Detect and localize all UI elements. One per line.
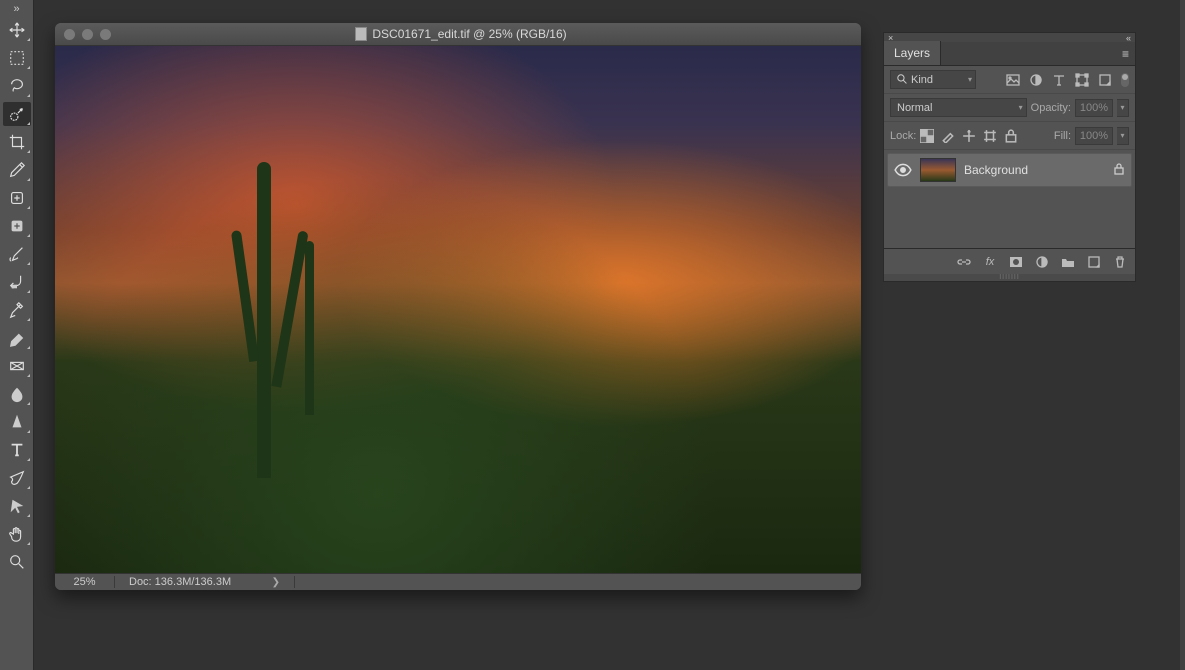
tools-toolbar: » [0,0,34,670]
filter-type-icon[interactable] [1052,73,1066,87]
layer-item-background[interactable]: Background [887,153,1132,187]
window-title: DSC01671_edit.tif @ 25% (RGB/16) [111,27,811,41]
blend-mode-select[interactable]: Normal [890,98,1027,117]
brush-tool[interactable] [3,214,31,238]
spot-healing-brush-tool[interactable] [3,186,31,210]
opacity-dropdown[interactable]: ▾ [1117,99,1129,117]
blur-tool[interactable] [3,354,31,378]
history-brush-tool[interactable] [3,270,31,294]
panel-tabs: Layers ≡ [884,42,1135,66]
lock-icon[interactable] [1113,163,1125,178]
group-icon[interactable] [1061,255,1075,269]
path-selection-tool[interactable] [3,466,31,490]
fill-label: Fill: [1054,130,1071,142]
layer-filter-row: Kind [884,66,1135,94]
move-tool[interactable] [3,18,31,42]
lock-artboard-icon[interactable] [983,129,997,143]
add-mask-icon[interactable] [1009,255,1023,269]
canvas[interactable] [55,46,861,573]
window-titlebar[interactable]: DSC01671_edit.tif @ 25% (RGB/16) [55,23,861,46]
gradient-tool[interactable] [3,326,31,350]
document-info[interactable]: Doc: 136.3M/136.3M ❯ [115,576,295,588]
filter-adjustment-icon[interactable] [1029,73,1043,87]
lock-pixels-icon[interactable] [941,129,955,143]
fill-dropdown[interactable]: ▾ [1117,127,1129,145]
clone-stamp-tool[interactable] [3,242,31,266]
minimize-window-button[interactable] [82,29,93,40]
type-tool[interactable] [3,438,31,462]
eyedropper-tool[interactable] [3,158,31,182]
layer-filter-label: Kind [911,74,933,86]
fill-field[interactable]: 100% [1075,127,1113,145]
layer-filter-select[interactable]: Kind [890,70,976,89]
lock-position-icon[interactable] [962,129,976,143]
new-layer-icon[interactable] [1087,255,1101,269]
filter-toggle[interactable] [1121,73,1129,87]
eraser-tool[interactable] [3,298,31,322]
layer-name[interactable]: Background [964,163,1028,177]
zoom-level[interactable]: 25% [55,576,115,588]
filter-smart-icon[interactable] [1098,73,1112,87]
document-info-text: Doc: 136.3M/136.3M [129,576,231,588]
window-title-text: DSC01671_edit.tif @ 25% (RGB/16) [372,27,566,41]
document-window: DSC01671_edit.tif @ 25% (RGB/16) 25% Doc… [55,23,861,590]
window-controls[interactable] [64,29,111,40]
close-window-button[interactable] [64,29,75,40]
lock-transparency-icon[interactable] [920,129,934,143]
quick-selection-tool[interactable] [3,102,31,126]
layer-thumbnail[interactable] [920,158,956,182]
layers-panel: × « Layers ≡ Kind Normal Opacity: 100% ▾… [883,32,1136,282]
dodge-tool[interactable] [3,382,31,406]
zoom-tool[interactable] [3,550,31,574]
layer-fx-icon[interactable]: fx [983,255,997,269]
hand-tool[interactable] [3,522,31,546]
lasso-tool[interactable] [3,74,31,98]
status-bar: 25% Doc: 136.3M/136.3M ❯ [55,573,861,590]
link-layers-icon[interactable] [957,255,971,269]
right-dock-edge[interactable] [1180,0,1185,670]
panel-resize-grip[interactable]: IIIIIII [884,274,1135,281]
crop-tool[interactable] [3,130,31,154]
blend-mode-value: Normal [897,102,932,114]
pen-tool[interactable] [3,410,31,434]
file-icon [355,27,367,41]
adjustment-layer-icon[interactable] [1035,255,1049,269]
chevron-right-icon: ❯ [272,577,280,588]
panel-menu-icon[interactable]: ≡ [1116,43,1135,65]
collapse-icon[interactable]: « [1126,33,1131,43]
document-image [55,46,861,573]
lock-all-icon[interactable] [1004,129,1018,143]
blend-opacity-row: Normal Opacity: 100% ▾ [884,94,1135,122]
delete-layer-icon[interactable] [1113,255,1127,269]
rectangle-tool[interactable] [3,494,31,518]
rectangular-marquee-tool[interactable] [3,46,31,70]
opacity-label: Opacity: [1031,102,1071,114]
lock-fill-row: Lock: Fill: 100% ▾ [884,122,1135,150]
lock-label: Lock: [890,130,916,142]
tab-layers[interactable]: Layers [884,41,941,65]
layer-list: Background [884,150,1135,248]
visibility-toggle-icon[interactable] [894,161,912,179]
layers-footer: fx [884,248,1135,274]
opacity-field[interactable]: 100% [1075,99,1113,117]
toolbar-expand-button[interactable]: » [0,2,33,16]
filter-shape-icon[interactable] [1075,73,1089,87]
maximize-window-button[interactable] [100,29,111,40]
filter-pixel-icon[interactable] [1006,73,1020,87]
